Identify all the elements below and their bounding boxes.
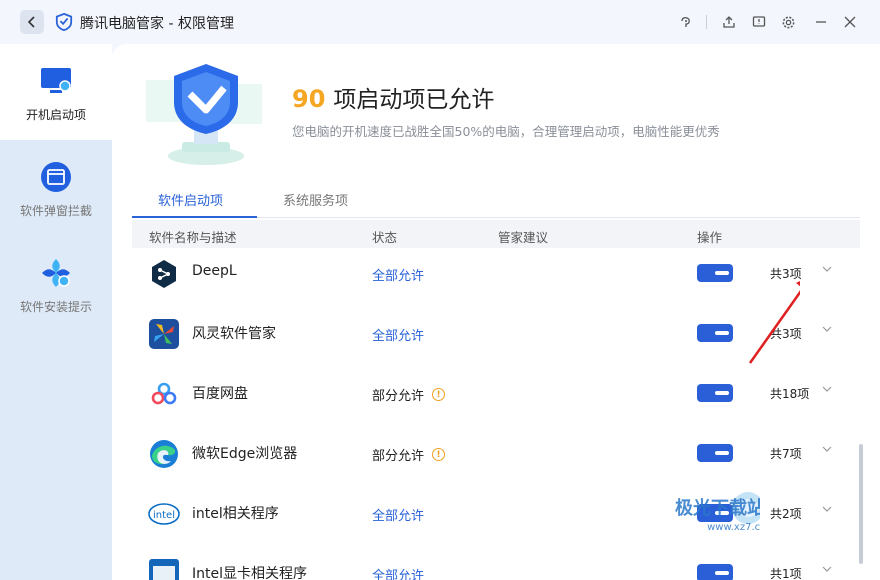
intel-icon: intel <box>148 503 180 525</box>
status-link[interactable]: 全部允许 <box>372 325 424 344</box>
feedback-icon <box>752 16 766 27</box>
table-header: 软件名称与描述 状态 管家建议 操作 <box>132 220 860 248</box>
column-header-action: 操作 <box>697 230 723 245</box>
feedback-button[interactable] <box>749 12 769 32</box>
scrollbar[interactable] <box>859 444 863 564</box>
fengling-icon <box>149 319 179 349</box>
sidebar-item-label: 软件弹窗拦截 <box>19 204 92 218</box>
startup-count: 90 <box>292 85 326 113</box>
app-name: 风灵软件管家 <box>192 326 276 342</box>
item-count: 共18项 <box>770 387 810 401</box>
item-count: 共1项 <box>770 567 802 580</box>
title-bar: 腾讯电脑管家 - 权限管理 <box>0 0 880 44</box>
edge-icon <box>150 440 178 468</box>
tab-software-startup[interactable]: 软件启动项 <box>158 190 223 209</box>
warning-icon[interactable]: ! <box>432 388 446 401</box>
status-link[interactable]: 全部允许 <box>372 505 424 524</box>
hero-subtitle: 您电脑的开机速度已战胜全国50%的电脑，合理管理启动项，电脑性能更优秀 <box>292 124 720 139</box>
intel-graphics-icon <box>149 559 179 580</box>
chevron-down-icon[interactable] <box>820 442 834 456</box>
chevron-down-icon[interactable] <box>820 262 834 276</box>
item-count: 共3项 <box>770 267 802 281</box>
skin-icon <box>681 16 690 27</box>
chevron-down-icon[interactable] <box>820 322 834 336</box>
table-row: Intel显卡相关程序 全部允许 共1项 <box>132 548 860 580</box>
item-count: 共3项 <box>770 327 802 341</box>
chevron-down-icon[interactable] <box>820 382 834 396</box>
startup-toggle[interactable] <box>697 444 733 462</box>
column-header-name: 软件名称与描述 <box>149 230 237 245</box>
main-panel: 90 项启动项已允许 您电脑的开机速度已战胜全国50%的电脑，合理管理启动项，电… <box>112 44 880 580</box>
shield-hero-illustration <box>146 64 262 165</box>
chevron-left-icon <box>27 16 35 28</box>
watermark-url: www.xz7.com <box>707 522 760 532</box>
watermark-text: 极光下载站 <box>675 497 760 519</box>
sidebar-item-install-prompt[interactable]: 软件安装提示 <box>0 236 112 332</box>
status-link[interactable]: 全部允许 <box>372 265 424 284</box>
install-prompt-icon <box>42 259 70 287</box>
status-label: 部分允许 <box>372 449 425 464</box>
tab-active-indicator <box>132 216 257 218</box>
settings-button[interactable] <box>778 12 798 32</box>
watermark-logo: 极光下载站 www.xz7.com <box>675 492 760 532</box>
close-icon <box>844 16 856 28</box>
startup-toggle[interactable] <box>697 384 733 402</box>
back-button[interactable] <box>20 10 44 34</box>
startup-toggle[interactable] <box>697 324 733 342</box>
startup-toggle[interactable] <box>697 564 733 580</box>
chevron-down-icon[interactable] <box>820 562 834 576</box>
table-row: 百度网盘 部分允许 ! 共18项 <box>132 368 860 428</box>
share-icon <box>723 16 735 28</box>
item-count: 共7项 <box>770 447 802 461</box>
sidebar-item-label: 开机启动项 <box>25 108 86 122</box>
tab-system-services[interactable]: 系统服务项 <box>283 190 348 209</box>
app-name: DeepL <box>192 263 237 279</box>
app-name: intel相关程序 <box>192 506 279 522</box>
hero-title-text: 项启动项已允许 <box>333 87 495 113</box>
window-title: 腾讯电脑管家 - 权限管理 <box>80 16 234 32</box>
sidebar-item-popup-block[interactable]: 软件弹窗拦截 <box>0 140 112 236</box>
baidu-netdisk-icon <box>151 382 177 405</box>
skin-button[interactable] <box>676 12 696 32</box>
column-header-advice: 管家建议 <box>498 230 549 245</box>
warning-icon[interactable]: ! <box>432 448 446 461</box>
share-button[interactable] <box>719 12 739 32</box>
close-button[interactable] <box>840 12 860 32</box>
app-name: Intel显卡相关程序 <box>192 566 307 580</box>
monitor-icon <box>41 68 71 93</box>
status-link[interactable]: 全部允许 <box>372 565 424 580</box>
minimize-icon <box>816 21 826 23</box>
table-row: 风灵软件管家 全部允许 共3项 <box>132 308 860 368</box>
item-count: 共2项 <box>770 507 802 521</box>
popup-block-icon <box>41 162 71 192</box>
column-header-status: 状态 <box>372 230 398 245</box>
shield-logo-icon <box>55 13 73 31</box>
sidebar-item-startup[interactable]: 开机启动项 <box>0 44 112 140</box>
toolbar-divider <box>706 15 707 29</box>
svg-text:intel: intel <box>153 510 175 521</box>
chevron-down-icon[interactable] <box>820 502 834 516</box>
sidebar: 开机启动项 软件弹窗拦截 软件安装提示 <box>0 44 112 580</box>
sidebar-item-label: 软件安装提示 <box>19 300 92 314</box>
deepl-icon <box>152 260 176 288</box>
status-text: 部分允许 ! <box>372 445 446 464</box>
app-name: 微软Edge浏览器 <box>192 446 298 462</box>
table-row: DeepL 全部允许 共3项 <box>132 248 860 308</box>
app-name: 百度网盘 <box>192 386 248 402</box>
minimize-button[interactable] <box>811 12 831 32</box>
tab-bar: 软件启动项 系统服务项 <box>132 180 860 218</box>
hero-title: 90 项启动项已允许 <box>292 80 494 114</box>
startup-toggle[interactable] <box>697 264 733 282</box>
settings-icon <box>782 16 794 28</box>
status-label: 部分允许 <box>372 389 425 404</box>
status-text: 部分允许 ! <box>372 385 446 404</box>
